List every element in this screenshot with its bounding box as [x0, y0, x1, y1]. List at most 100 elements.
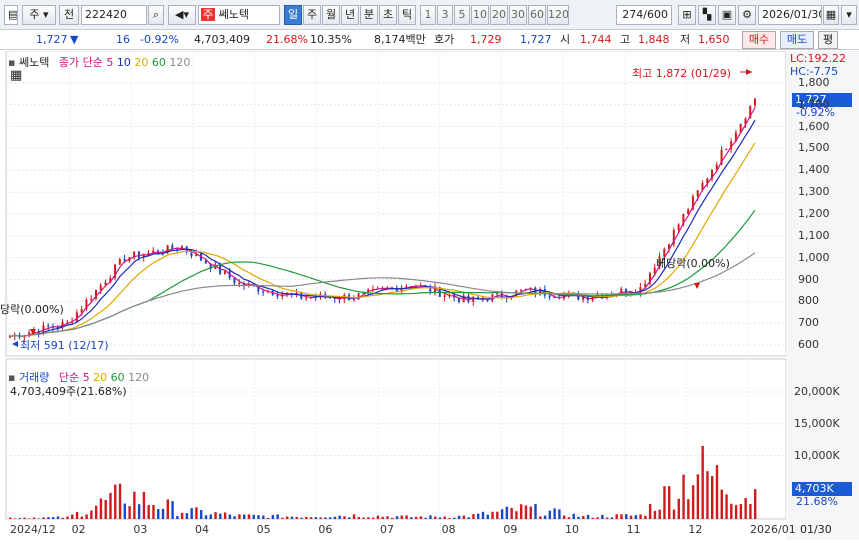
- interval-button-0[interactable]: 1: [420, 5, 436, 25]
- volume-bar: [562, 515, 566, 519]
- volume-bar: [204, 515, 208, 519]
- market-select[interactable]: 주 ▾: [22, 5, 56, 25]
- legend-ma5: 5: [106, 56, 114, 69]
- legend-stock-name: 쎄노텍: [18, 56, 50, 69]
- volume-bar: [749, 504, 752, 519]
- volume-bar: [362, 517, 365, 519]
- volume-bar: [333, 516, 337, 519]
- interval-button-1[interactable]: 3: [437, 5, 453, 25]
- interval-button-2[interactable]: 5: [454, 5, 470, 25]
- volume-bar: [591, 517, 595, 519]
- volume-bar: [142, 491, 146, 519]
- y-tick-label: 600: [798, 338, 819, 352]
- menu-icon[interactable]: ▤: [4, 5, 18, 25]
- period-button-6[interactable]: 틱: [398, 5, 416, 25]
- stock-name-field[interactable]: 주 쎄노텍: [198, 5, 280, 25]
- y-tick-label: 800: [798, 294, 819, 308]
- interval-button-3[interactable]: 10: [471, 5, 489, 25]
- volume-bar: [534, 504, 537, 519]
- volume-bar: [395, 516, 399, 519]
- price-candle: [233, 277, 236, 284]
- x-tick-label: 03: [133, 523, 148, 536]
- volume-bar: [243, 514, 246, 519]
- volume-bar: [18, 518, 21, 519]
- save-icon[interactable]: ▣: [718, 5, 736, 25]
- bid-ask-label: 호가: [434, 33, 455, 46]
- volume-bar: [114, 484, 117, 519]
- volume-bar: [515, 511, 518, 519]
- volume-bar: [391, 517, 394, 519]
- speaker-icon[interactable]: ◀▾: [168, 5, 196, 25]
- period-button-3[interactable]: 년: [341, 5, 359, 25]
- period-button-5[interactable]: 초: [379, 5, 397, 25]
- volume-bar: [305, 516, 308, 519]
- chevron-down-icon[interactable]: ▾: [841, 5, 857, 25]
- interval-button-6[interactable]: 60: [528, 5, 546, 25]
- ask-price: 1,727: [520, 33, 552, 46]
- volume-bar: [51, 517, 55, 519]
- period-button-2[interactable]: 월: [322, 5, 340, 25]
- volume-bar: [338, 515, 341, 519]
- type-select[interactable]: 전: [59, 5, 79, 25]
- eval-button[interactable]: 평: [818, 31, 838, 49]
- volume-bar: [71, 514, 74, 519]
- volume-bar: [443, 516, 446, 519]
- volume-bar: [137, 504, 141, 519]
- y-tick-label: 1,500: [798, 141, 830, 155]
- interval-button-4[interactable]: 20: [490, 5, 508, 25]
- low-price: 1,650: [698, 33, 730, 46]
- volume-bar: [123, 503, 127, 519]
- period-button-4[interactable]: 분: [360, 5, 378, 25]
- sell-button[interactable]: 매도: [780, 31, 814, 49]
- price-candle: [467, 295, 470, 302]
- price-candle: [548, 295, 551, 298]
- volume-bar: [228, 514, 232, 519]
- volume-bar: [720, 489, 723, 519]
- price-candle: [305, 297, 308, 299]
- volume-bar: [328, 517, 332, 519]
- count-field[interactable]: 274/600: [616, 5, 672, 25]
- period-button-0[interactable]: 일: [284, 5, 302, 25]
- volume-bar: [80, 516, 84, 519]
- volume-bar: [548, 510, 552, 519]
- volume-bar: [233, 516, 236, 519]
- volume-bar: [118, 483, 122, 519]
- volume-bar: [94, 505, 98, 519]
- chart-area[interactable]: ▪ 쎄노텍 종가 단순 5 10 20 60 120 ▦ ▪ 거래량 단순 5 …: [0, 50, 859, 540]
- legend-ma-label: 종가 단순: [58, 56, 103, 69]
- volume-bar: [99, 498, 103, 519]
- gear-icon[interactable]: ⚙: [738, 5, 756, 25]
- stock-chart-svg[interactable]: [0, 50, 859, 540]
- interval-button-5[interactable]: 30: [509, 5, 527, 25]
- volume-bar: [219, 513, 222, 519]
- date-field[interactable]: 2026/01/30: [758, 5, 822, 25]
- chart-icon[interactable]: ▚: [698, 5, 716, 25]
- price-candle: [204, 260, 207, 264]
- search-icon[interactable]: ⌕: [148, 5, 164, 25]
- volume-bar: [37, 518, 41, 519]
- volume-bar: [128, 506, 131, 519]
- x-tick-label: 02: [71, 523, 86, 536]
- current-price: 1,727: [36, 33, 68, 46]
- calendar-icon[interactable]: ▦: [823, 5, 839, 25]
- volume-bar: [653, 510, 657, 519]
- period-button-1[interactable]: 주: [303, 5, 321, 25]
- volume-bar: [429, 515, 432, 519]
- volume-bar: [266, 517, 270, 519]
- volume-bar: [28, 518, 31, 519]
- volume-bar: [543, 515, 547, 519]
- price-candle: [754, 98, 756, 106]
- volume-bar: [176, 516, 179, 519]
- grid-icon[interactable]: ⊞: [678, 5, 696, 25]
- buy-button[interactable]: 매수: [742, 31, 776, 49]
- code-input[interactable]: 222420: [81, 5, 147, 25]
- volume-bar: [601, 514, 604, 519]
- volume-bar: [744, 498, 747, 519]
- x-tick-label: 07: [380, 523, 394, 536]
- interval-button-7[interactable]: 120: [547, 5, 569, 25]
- volume-bar: [252, 514, 255, 519]
- x-axis-right-label: 01/30: [800, 523, 832, 536]
- table-icon[interactable]: ▦: [10, 68, 22, 83]
- volume-bar: [677, 498, 680, 519]
- price-candle: [519, 289, 522, 291]
